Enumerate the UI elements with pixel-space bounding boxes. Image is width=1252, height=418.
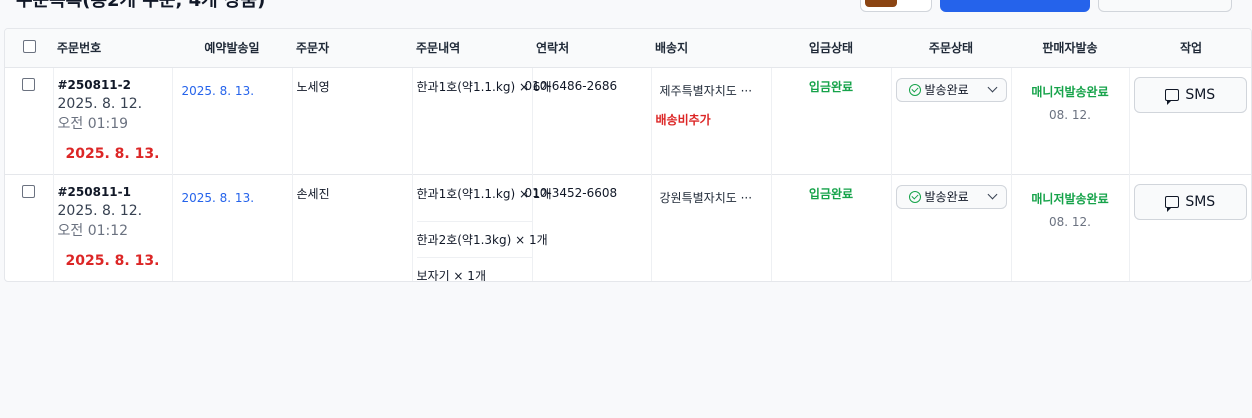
order-status-value: 발송완료	[924, 190, 969, 204]
reserve-date[interactable]: 2025. 8. 13.	[173, 84, 292, 98]
sms-button[interactable]: SMS	[1133, 76, 1247, 113]
check-circle-icon	[908, 83, 921, 96]
contact-phone: 010-3452-6608	[524, 185, 618, 200]
ship-date: 2025. 8. 13.	[65, 252, 160, 269]
col-contact[interactable]: 연락처	[532, 29, 651, 68]
customer-cell: 노세영	[292, 67, 413, 174]
payment-status: 입금완료	[808, 79, 854, 94]
payment-status: 입금완료	[808, 186, 854, 201]
color-swatch	[865, 0, 897, 7]
contact-cell: 010-6486-2686	[525, 67, 652, 174]
seller-ship-cell: 매니저발송완료 08. 12.	[1011, 174, 1130, 281]
chevron-down-icon	[987, 189, 997, 200]
table-row[interactable]: #250811-1 2025. 8. 12. 오전 01:12 2025. 8.…	[5, 174, 1251, 281]
order-date: 2025. 8. 12.	[57, 95, 143, 112]
shipping-address: 제주특별자치도 ···	[659, 83, 753, 98]
select-all-cell	[5, 29, 53, 68]
items-cell: 한과1호(약1.1.kg) × 1개 한과2호(약1.3kg) × 1개 보자기…	[412, 174, 552, 281]
select-all-checkbox[interactable]	[22, 39, 36, 53]
reserve-date-cell: 2025. 8. 13.	[172, 67, 293, 174]
sms-label: SMS	[1185, 193, 1216, 210]
sms-label: SMS	[1185, 86, 1216, 103]
ship-date: 2025. 8. 13.	[65, 145, 160, 162]
orders-table: 주문번호 예약발송일 주문자 주문내역 연락처 배송지 입금상태 주문상태 판매…	[5, 29, 1251, 281]
seller-ship-date: 08. 12.	[1049, 214, 1091, 229]
orders-table-card: 주문번호 예약발송일 주문자 주문내역 연락처 배송지 입금상태 주문상태 판매…	[4, 28, 1252, 282]
col-items[interactable]: 주문내역	[412, 29, 532, 68]
seller-ship-status: 매니저발송완료	[1031, 191, 1109, 206]
order-item: 한과1호(약1.1.kg) × 1개	[416, 186, 552, 201]
seller-ship-date: 08. 12.	[1049, 107, 1091, 122]
reserve-date[interactable]: 2025. 8. 13.	[173, 191, 292, 205]
col-order-status[interactable]: 주문상태	[891, 29, 1011, 68]
address-cell: 제주특별자치도 ··· 배송비추가	[651, 67, 772, 174]
col-address[interactable]: 배송지	[651, 29, 771, 68]
row-checkbox[interactable]	[22, 184, 36, 198]
col-action: 작업	[1129, 29, 1251, 68]
order-status-select[interactable]: 발송완료	[895, 184, 1007, 209]
payment-cell: 입금완료	[771, 67, 892, 174]
message-icon	[1165, 195, 1180, 212]
seller-ship-status: 매니저발송완료	[1031, 84, 1109, 99]
primary-action-button[interactable]	[940, 0, 1090, 12]
message-icon	[1165, 88, 1180, 105]
extra-fee-badge: 배송비추가	[655, 112, 711, 127]
order-no-cell: #250811-2 2025. 8. 12. 오전 01:19 2025. 8.…	[53, 67, 173, 174]
action-cell: SMS	[1129, 174, 1251, 281]
check-circle-icon	[908, 190, 921, 203]
order-status-cell: 발송완료	[891, 174, 1012, 281]
order-status-value: 발송완료	[924, 83, 969, 97]
reserve-date-cell: 2025. 8. 13.	[172, 174, 293, 281]
order-status-select[interactable]: 발송완료	[895, 77, 1007, 102]
order-date: 2025. 8. 12.	[57, 202, 143, 219]
chevron-down-icon	[987, 82, 997, 93]
color-select-button[interactable]	[860, 0, 932, 12]
col-order-no[interactable]: 주문번호	[53, 29, 172, 68]
customer-name: 손세진	[296, 186, 330, 201]
col-reserve-date[interactable]: 예약발송일	[172, 29, 292, 68]
table-row[interactable]: #250811-2 2025. 8. 12. 오전 01:19 2025. 8.…	[5, 67, 1251, 174]
address-cell: 강원특별자치도 ···	[651, 174, 772, 281]
contact-phone: 010-6486-2686	[524, 78, 618, 93]
sms-button[interactable]: SMS	[1133, 183, 1247, 220]
order-item: 보자기 × 1개	[416, 256, 532, 281]
order-number: #250811-1	[57, 184, 131, 199]
row-select-cell	[5, 67, 54, 174]
order-no-cell: #250811-1 2025. 8. 12. 오전 01:12 2025. 8.…	[53, 174, 173, 281]
payment-cell: 입금완료	[771, 174, 892, 281]
order-time: 오전 01:12	[57, 222, 129, 239]
order-item: 한과2호(약1.3kg) × 1개	[416, 220, 548, 257]
col-payment[interactable]: 입금상태	[771, 29, 891, 68]
secondary-action-button[interactable]	[1098, 0, 1232, 12]
order-time: 오전 01:19	[57, 115, 129, 132]
order-status-cell: 발송완료	[891, 67, 1012, 174]
order-number: #250811-2	[57, 77, 131, 92]
customer-name: 노세영	[296, 79, 330, 94]
contact-cell: 010-3452-6608	[525, 174, 652, 281]
table-header-row: 주문번호 예약발송일 주문자 주문내역 연락처 배송지 입금상태 주문상태 판매…	[5, 29, 1251, 68]
col-customer[interactable]: 주문자	[292, 29, 412, 68]
col-seller-ship[interactable]: 판매자발송	[1011, 29, 1129, 68]
row-select-cell	[5, 174, 54, 281]
customer-cell: 손세진	[292, 174, 413, 281]
order-item: 한과1호(약1.1.kg) × 6개	[416, 79, 552, 94]
page-title: 주문목록(총2개 주문, 4개 상품)	[16, 0, 266, 11]
shipping-address: 강원특별자치도 ···	[659, 190, 753, 205]
items-cell: 한과1호(약1.1.kg) × 6개	[412, 67, 552, 174]
toolbar	[860, 0, 1232, 12]
action-cell: SMS	[1129, 67, 1251, 174]
row-checkbox[interactable]	[22, 77, 36, 91]
seller-ship-cell: 매니저발송완료 08. 12.	[1011, 67, 1130, 174]
